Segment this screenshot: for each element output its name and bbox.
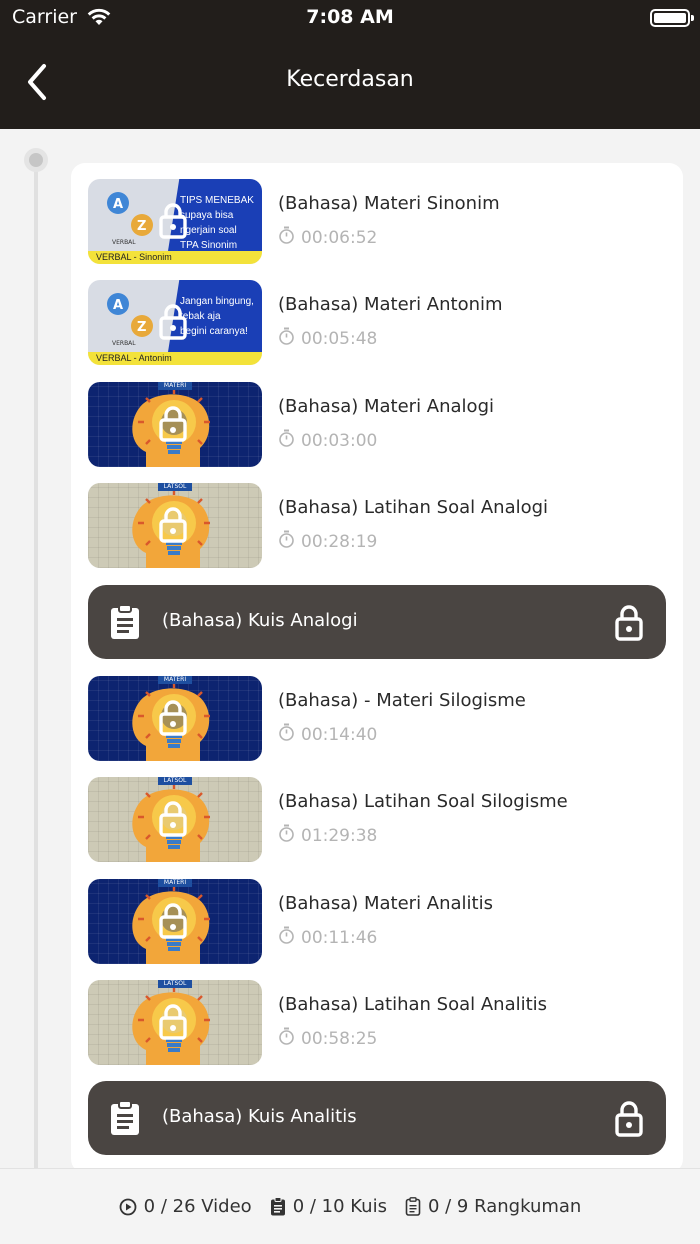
lesson-title: (Bahasa) Latihan Soal Silogisme [278, 791, 568, 812]
lock-icon [158, 901, 188, 943]
thumb-tag: LATSOL [158, 777, 192, 785]
thumb-tag: VERBAL - Antonim [88, 352, 262, 365]
lesson-duration: 00:28:19 [278, 530, 377, 553]
timer-icon [278, 429, 301, 452]
duration-label: 01:29:38 [301, 825, 378, 846]
lesson-duration: 00:05:48 [278, 327, 377, 350]
thumb-tag: LATSOL [158, 483, 192, 491]
lesson-duration: 01:29:38 [278, 824, 377, 847]
duration-label: 00:03:00 [301, 430, 378, 451]
lock-icon [158, 201, 188, 243]
lesson-item[interactable]: A Z VERBAL TIPS MENEBAK supaya bisa ngerja… [88, 179, 666, 264]
timer-icon [278, 327, 301, 350]
clipboard-outline-icon [405, 1197, 421, 1216]
timeline-line [34, 160, 38, 1170]
lesson-item[interactable]: A Z VERBAL Jangan bingung, tebak aja begin… [88, 280, 666, 365]
video-thumbnail[interactable]: A Z VERBAL Jangan bingung, tebak aja begin… [88, 280, 262, 365]
summary-progress-label: 0 / 9 Rangkuman [427, 1196, 582, 1217]
thumb-tag: LATSOL [158, 980, 192, 988]
timer-icon [278, 723, 301, 746]
quiz-title: (Bahasa) Kuis Analitis [162, 1106, 357, 1127]
lock-icon [158, 505, 188, 547]
timer-icon [278, 824, 301, 847]
duration-label: 00:28:19 [301, 531, 378, 552]
duration-label: 00:11:46 [301, 927, 378, 948]
lock-icon [158, 1002, 188, 1044]
quiz-progress: 0 / 10 Kuis [270, 1196, 387, 1217]
duration-label: 00:14:40 [301, 724, 378, 745]
video-thumbnail[interactable]: MATERI [88, 676, 262, 761]
video-thumbnail[interactable]: LATSOL [88, 777, 262, 862]
thumb-tag: MATERI [158, 676, 192, 684]
lesson-item[interactable]: LATSOL (Bahasa) Latihan Soal Analitis 00… [88, 980, 666, 1065]
duration-label: 00:05:48 [301, 328, 378, 349]
lesson-item[interactable]: MATERI (Bahasa) - Materi Silogisme 00:14… [88, 676, 666, 761]
lock-icon [614, 603, 644, 645]
clock: 7:08 AM [306, 6, 394, 28]
timer-icon [278, 226, 301, 249]
svg-text:A: A [113, 197, 123, 212]
video-thumbnail[interactable]: MATERI [88, 382, 262, 467]
video-thumbnail[interactable]: LATSOL [88, 980, 262, 1065]
lesson-duration: 00:14:40 [278, 723, 377, 746]
clipboard-icon [110, 604, 140, 644]
timer-icon [278, 1027, 301, 1050]
thumb-tag: MATERI [158, 382, 192, 390]
lesson-duration: 00:11:46 [278, 926, 377, 949]
page-title: Kecerdasan [286, 67, 414, 92]
lesson-item[interactable]: LATSOL (Bahasa) Latihan Soal Silogisme 0… [88, 777, 666, 862]
lesson-title: (Bahasa) Materi Antonim [278, 294, 503, 315]
svg-text:Z: Z [137, 320, 146, 335]
video-thumbnail[interactable]: MATERI [88, 879, 262, 964]
duration-label: 00:06:52 [301, 227, 378, 248]
lesson-duration: 00:58:25 [278, 1027, 377, 1050]
video-thumbnail[interactable]: A Z VERBAL TIPS MENEBAK supaya bisa ngerja… [88, 179, 262, 264]
lesson-duration: 00:06:52 [278, 226, 377, 249]
lock-icon [158, 404, 188, 446]
battery-icon [650, 9, 694, 27]
quiz-title: (Bahasa) Kuis Analogi [162, 610, 358, 631]
lesson-title: (Bahasa) Materi Analogi [278, 396, 494, 417]
lesson-item[interactable]: LATSOL (Bahasa) Latihan Soal Analogi 00:… [88, 483, 666, 568]
quiz-item[interactable]: (Bahasa) Kuis Analogi [88, 585, 666, 659]
nav-bar: Kecerdasan [0, 36, 700, 129]
thumb-tag: VERBAL - Sinonim [88, 251, 262, 264]
video-progress: 0 / 26 Video [119, 1196, 252, 1217]
timeline-dot [24, 148, 48, 172]
progress-footer: 0 / 26 Video 0 / 10 Kuis 0 / 9 Rangkuman [0, 1168, 700, 1244]
status-bar: Carrier 7:08 AM [0, 0, 700, 36]
lesson-item[interactable]: MATERI (Bahasa) Materi Analitis 00:11:46 [88, 879, 666, 964]
video-thumbnail[interactable]: LATSOL [88, 483, 262, 568]
duration-label: 00:58:25 [301, 1028, 378, 1049]
lesson-title: (Bahasa) Materi Analitis [278, 893, 493, 914]
lock-icon [158, 799, 188, 841]
lesson-title: (Bahasa) Materi Sinonim [278, 193, 500, 214]
lock-icon [158, 302, 188, 344]
lock-icon [158, 698, 188, 740]
lesson-item[interactable]: MATERI (Bahasa) Materi Analogi 00:03:00 [88, 382, 666, 467]
lesson-title: (Bahasa) - Materi Silogisme [278, 690, 526, 711]
play-circle-icon [119, 1198, 137, 1215]
timer-icon [278, 530, 301, 553]
thumb-tag: MATERI [158, 879, 192, 887]
svg-text:Z: Z [137, 219, 146, 234]
lock-icon [614, 1099, 644, 1141]
clipboard-icon [270, 1197, 285, 1216]
lesson-duration: 00:03:00 [278, 429, 377, 452]
clipboard-icon [110, 1100, 140, 1140]
svg-text:A: A [113, 298, 123, 313]
timer-icon [278, 926, 301, 949]
summary-progress: 0 / 9 Rangkuman [405, 1196, 581, 1217]
lesson-title: (Bahasa) Latihan Soal Analogi [278, 497, 549, 518]
lesson-title: (Bahasa) Latihan Soal Analitis [278, 994, 548, 1015]
video-progress-label: 0 / 26 Video [143, 1196, 252, 1217]
quiz-item[interactable]: (Bahasa) Kuis Analitis [88, 1081, 666, 1155]
quiz-progress-label: 0 / 10 Kuis [292, 1196, 387, 1217]
